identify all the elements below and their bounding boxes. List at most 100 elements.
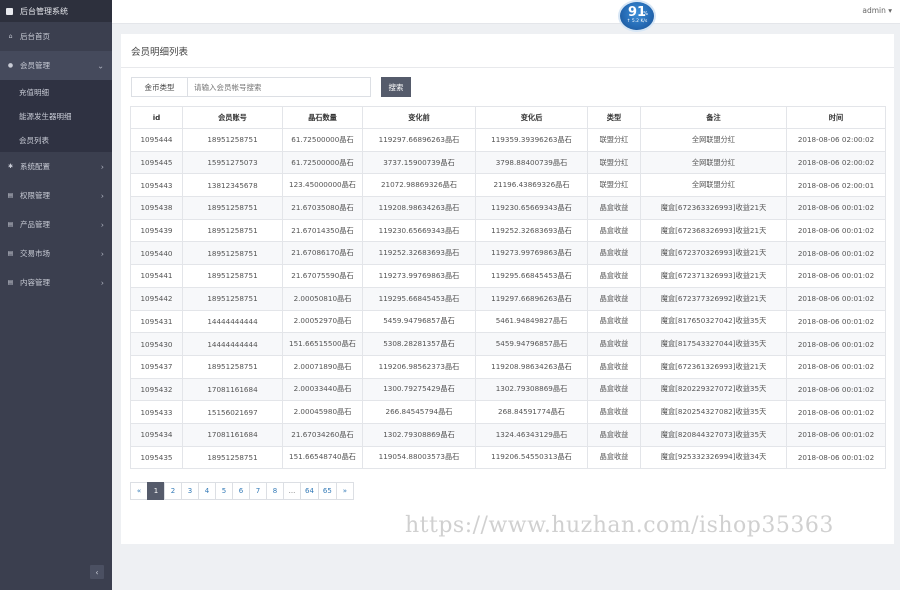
column-header: 会员账号 xyxy=(182,106,283,129)
table-cell: 61.72500000晶石 xyxy=(282,128,363,152)
sidebar-item[interactable]: ▤ 权限管理 › xyxy=(0,181,112,210)
table-cell: 119208.98634263晶石 xyxy=(475,354,588,379)
column-header: 时间 xyxy=(786,106,886,129)
table-cell: 2018-08-06 00:01:02 xyxy=(786,196,886,220)
table-cell: 119252.32683693晶石 xyxy=(475,218,588,243)
table-cell: 1095431 xyxy=(130,309,183,334)
column-header: 变化后 xyxy=(475,106,588,129)
table-cell: 全网联盟分红 xyxy=(640,150,787,175)
table-cell: 119297.66896263晶石 xyxy=(362,128,476,152)
table-row: 1095445 15951275073 61.72500000晶石 3737.1590… xyxy=(130,150,886,175)
table-cell: 119273.99769863晶石 xyxy=(475,241,588,266)
table-cell: 18951258751 xyxy=(182,218,283,243)
chevron-down-icon: ⌄ xyxy=(97,61,104,70)
table-cell: 119295.66845453晶石 xyxy=(362,286,476,311)
table-cell: 119273.99769863晶石 xyxy=(362,264,476,288)
sidebar-item[interactable]: ▤ 交易市场 › xyxy=(0,239,112,268)
table-cell: 17081161684 xyxy=(182,377,283,402)
table-cell: 18951258751 xyxy=(182,241,283,266)
sidebar-item[interactable]: ▤ 产品管理 › xyxy=(0,210,112,239)
table-cell: 119054.88003573晶石 xyxy=(362,445,476,470)
search-button[interactable]: 搜索 xyxy=(381,77,411,97)
table-cell: 266.84545794晶石 xyxy=(362,400,476,424)
table-cell: 119206.98562373晶石 xyxy=(362,354,476,379)
pagination-item[interactable]: « xyxy=(130,482,148,500)
table-cell: 2018-08-06 00:01:02 xyxy=(786,332,886,356)
sidebar-subitem[interactable]: 会员列表 xyxy=(0,128,112,152)
table-cell: 2018-08-06 00:01:02 xyxy=(786,264,886,288)
table-cell: 晶盒收益 xyxy=(587,422,641,447)
pagination-item[interactable]: 2 xyxy=(164,482,182,500)
gauge-unit: % xyxy=(643,11,648,17)
table-cell: 晶盒收益 xyxy=(587,218,641,243)
table-cell: 晶盒收益 xyxy=(587,309,641,334)
sidebar-item[interactable]: ● 会员管理 ⌄ xyxy=(0,51,112,80)
sidebar: 后台管理系统 ⌂ 后台首页 ● 会员管理 ⌄ 充值明细 能源发生器明细 会员列表 ✱ 系统配置 › ▤… xyxy=(0,0,112,590)
table-cell: 1095440 xyxy=(130,241,183,266)
table-cell: 晶盒收益 xyxy=(587,400,641,424)
sidebar-collapse-button[interactable]: ‹ xyxy=(90,565,104,579)
pagination: «1 2 3 4 5 6 7 8... 64 65» xyxy=(130,482,354,500)
pagination-item[interactable]: 3 xyxy=(181,482,199,500)
table-cell: 2.00052970晶石 xyxy=(282,309,363,334)
user-menu[interactable]: admin ▾ xyxy=(862,6,892,15)
table-cell: 18951258751 xyxy=(182,445,283,470)
pagination-item[interactable]: 4 xyxy=(198,482,216,500)
brand[interactable]: 后台管理系统 xyxy=(0,0,112,22)
sidebar-subitem[interactable]: 能源发生器明细 xyxy=(0,104,112,128)
column-header: 变化前 xyxy=(362,106,476,129)
table-row: 1095442 18951258751 2.00050810晶石 119295.668… xyxy=(130,286,886,311)
app-title: 后台管理系统 xyxy=(20,6,68,16)
user-icon: ● xyxy=(7,62,14,69)
table-cell: 119206.54550313晶石 xyxy=(475,445,588,470)
pagination-item[interactable]: 1 xyxy=(147,482,165,500)
table-cell: 晶盒收益 xyxy=(587,377,641,402)
sidebar-item[interactable]: ▤ 内容管理 › xyxy=(0,268,112,297)
gears-icon: ✱ xyxy=(7,163,14,170)
table-cell: 晶盒收益 xyxy=(587,354,641,379)
table-cell: 21.67035080晶石 xyxy=(282,196,363,220)
table-cell: 14444444444 xyxy=(182,332,283,356)
table-cell: 魔盒[817543327044]收益35天 xyxy=(640,332,787,356)
sidebar-submenu: 充值明细 能源发生器明细 会员列表 xyxy=(0,80,112,152)
pagination-item[interactable]: 65 xyxy=(317,482,337,500)
pagination-item[interactable]: 7 xyxy=(249,482,267,500)
table-row: 1095433 15156021697 2.00045980晶石 266.845457… xyxy=(130,400,886,424)
table-row: 1095441 18951258751 21.67075590晶石 119273.99… xyxy=(130,264,886,288)
pagination-item[interactable]: » xyxy=(335,482,354,500)
column-header: 类型 xyxy=(587,106,641,129)
table-cell: 2018-08-06 00:01:02 xyxy=(786,286,886,311)
filter-toolbar: 金币类型 搜索 xyxy=(131,77,411,97)
table-row: 1095444 18951258751 61.72500000晶石 119297.66… xyxy=(130,128,886,152)
column-header: 晶石数量 xyxy=(282,106,363,129)
chevron-right-icon: › xyxy=(100,191,104,200)
table-cell: 2018-08-06 00:01:02 xyxy=(786,218,886,243)
sidebar-subitem[interactable]: 充值明细 xyxy=(0,80,112,104)
table-cell: 魔盒[672371326993]收益21天 xyxy=(640,264,787,288)
pagination-item[interactable]: 8 xyxy=(266,482,284,500)
sidebar-item-label: 后台首页 xyxy=(20,32,50,41)
table-cell: 2.00050810晶石 xyxy=(282,286,363,311)
pagination-item[interactable]: 5 xyxy=(215,482,233,500)
table-cell: 1095439 xyxy=(130,218,183,243)
chevron-right-icon: › xyxy=(100,220,104,229)
sidebar-item[interactable]: ✱ 系统配置 › xyxy=(0,152,112,181)
pagination-item[interactable]: 6 xyxy=(232,482,250,500)
table-cell: 21.67075590晶石 xyxy=(282,264,363,288)
table-cell: 1095437 xyxy=(130,354,183,379)
table-cell: 1095435 xyxy=(130,445,183,470)
table-cell: 1095444 xyxy=(130,128,183,152)
table-cell: 151.66515500晶石 xyxy=(282,332,363,356)
table-cell: 21196.43869326晶石 xyxy=(475,173,588,198)
table-cell: 1095438 xyxy=(130,196,183,220)
table-cell: 119230.65669343晶石 xyxy=(362,218,476,243)
table-cell: 1302.79308869晶石 xyxy=(362,422,476,447)
table-cell: 1095433 xyxy=(130,400,183,424)
table-cell: 119359.39396263晶石 xyxy=(475,128,588,152)
table-cell: 119297.66896263晶石 xyxy=(475,286,588,311)
pagination-item[interactable]: 64 xyxy=(300,482,319,500)
sidebar-item[interactable]: ⌂ 后台首页 xyxy=(0,22,112,51)
gauge-speed: ↑ 5.2 K/s xyxy=(626,19,648,24)
search-input[interactable] xyxy=(187,77,371,97)
table-cell: 2018-08-06 02:00:02 xyxy=(786,128,886,152)
